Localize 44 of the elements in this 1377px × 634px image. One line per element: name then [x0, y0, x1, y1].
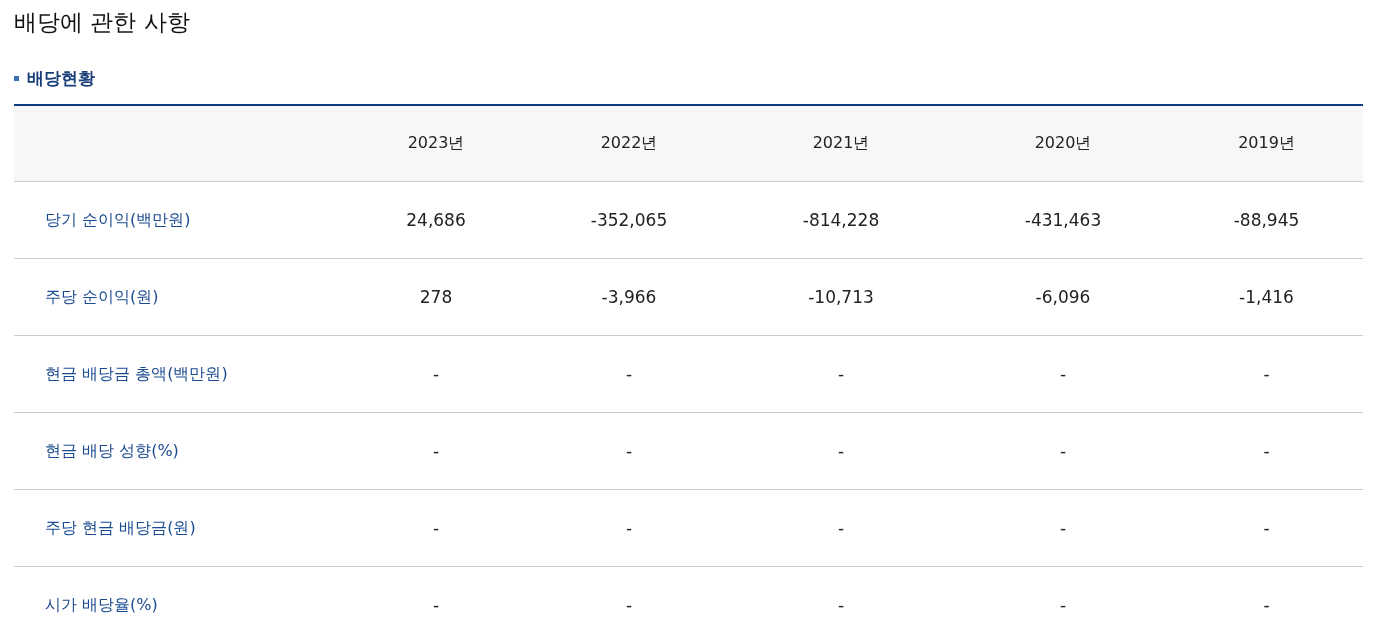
table-cell: - — [956, 489, 1170, 567]
row-label: 주당 현금 배당금(원) — [14, 489, 340, 567]
section-title: 배당현황 — [27, 67, 95, 90]
table-cell: 278 — [340, 258, 532, 336]
table-cell: - — [956, 566, 1170, 634]
row-label: 시가 배당율(%) — [14, 566, 340, 634]
column-header: 2019년 — [1170, 105, 1363, 182]
table-cell: -6,096 — [956, 258, 1170, 336]
table-cell: - — [726, 335, 956, 413]
row-label: 주당 순이익(원) — [14, 258, 340, 336]
table-cell: - — [1170, 335, 1363, 413]
table-cell: -10,713 — [726, 258, 956, 336]
table-cell: - — [532, 335, 726, 413]
table-cell: -88,945 — [1170, 181, 1363, 259]
table-cell: 24,686 — [340, 181, 532, 259]
column-header: 2022년 — [532, 105, 726, 182]
table-cell: -352,065 — [532, 181, 726, 259]
square-bullet-icon — [14, 75, 19, 81]
column-header: 2021년 — [726, 105, 956, 182]
table-cell: -814,228 — [726, 181, 956, 259]
table-cell: - — [340, 412, 532, 490]
table-cell: - — [1170, 412, 1363, 490]
table-cell: - — [726, 566, 956, 634]
table-cell: - — [532, 412, 726, 490]
table-cell: -1,416 — [1170, 258, 1363, 336]
column-header: 2020년 — [956, 105, 1170, 182]
row-label: 당기 순이익(백만원) — [14, 181, 340, 259]
table-cell: - — [726, 412, 956, 490]
row-label: 현금 배당 성향(%) — [14, 412, 340, 490]
table-cell: -3,966 — [532, 258, 726, 336]
table-cell: - — [956, 335, 1170, 413]
table-cell: - — [1170, 489, 1363, 567]
table-cell: - — [726, 489, 956, 567]
table-cell: - — [340, 489, 532, 567]
table-cell: - — [532, 489, 726, 567]
table-cell: - — [340, 566, 532, 634]
table-cell: - — [340, 335, 532, 413]
column-header: 2023년 — [340, 105, 532, 182]
table-cell: - — [956, 412, 1170, 490]
table-cell: - — [532, 566, 726, 634]
table-cell: - — [1170, 566, 1363, 634]
table-cell: -431,463 — [956, 181, 1170, 259]
page-title: 배당에 관한 사항 — [14, 8, 191, 37]
row-label: 현금 배당금 총액(백만원) — [14, 335, 340, 413]
